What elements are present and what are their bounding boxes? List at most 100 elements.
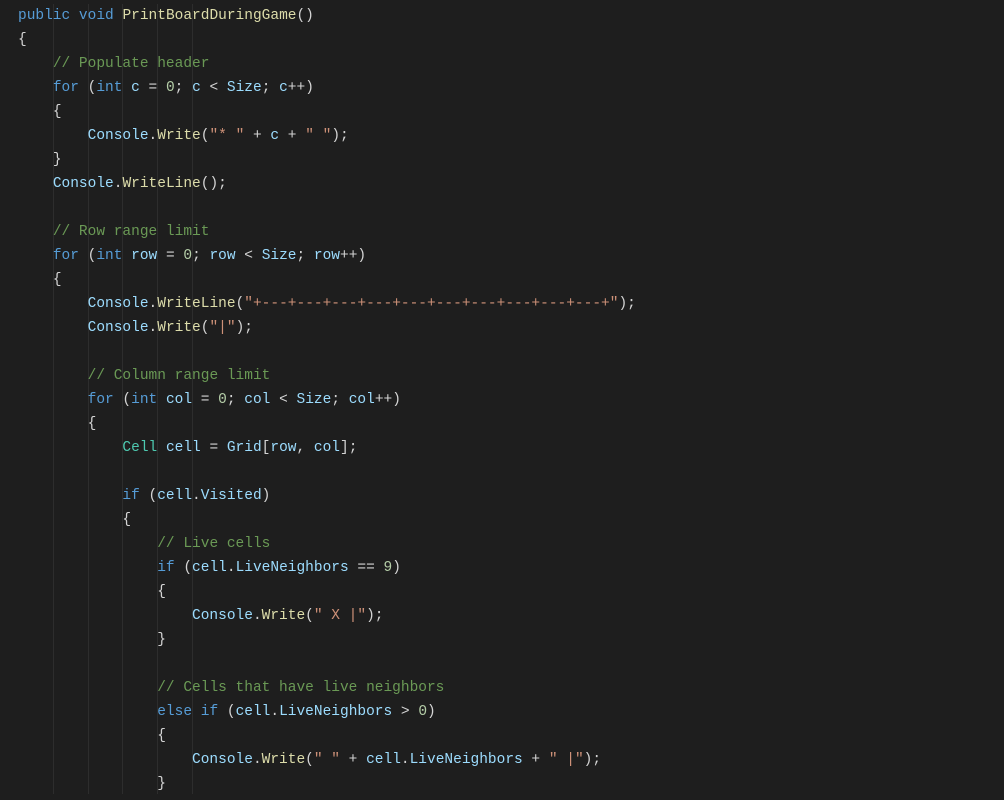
code-line[interactable]: Console.Write(" " + cell.LiveNeighbors +… <box>18 748 986 772</box>
variable-col: col <box>166 392 192 408</box>
keyword-for: for <box>53 248 79 264</box>
code-line[interactable]: // Row range limit <box>18 220 986 244</box>
brace-close: } <box>157 632 166 648</box>
code-line[interactable]: if (cell.Visited) <box>18 484 986 508</box>
brace-open: { <box>157 584 166 600</box>
keyword-for: for <box>88 392 114 408</box>
brace-open: { <box>157 728 166 744</box>
method-write: Write <box>262 608 306 624</box>
code-line[interactable]: if (cell.LiveNeighbors == 9) <box>18 556 986 580</box>
variable-size: Size <box>262 248 297 264</box>
string-literal: " " <box>305 128 331 144</box>
property-visited: Visited <box>201 488 262 504</box>
class-console: Console <box>88 320 149 336</box>
code-line[interactable]: else if (cell.LiveNeighbors > 0) <box>18 700 986 724</box>
keyword-int: int <box>96 248 122 264</box>
variable-size: Size <box>227 80 262 96</box>
code-line[interactable]: Console.Write(" X |"); <box>18 604 986 628</box>
code-line[interactable]: { <box>18 412 986 436</box>
code-line[interactable]: for (int row = 0; row < Size; row++) <box>18 244 986 268</box>
brace-open: { <box>53 104 62 120</box>
code-line[interactable]: } <box>18 148 986 172</box>
empty-line[interactable] <box>18 460 986 484</box>
number-literal: 0 <box>418 704 427 720</box>
code-line[interactable]: Console.WriteLine(); <box>18 172 986 196</box>
brace-open: { <box>18 32 27 48</box>
empty-line[interactable] <box>18 652 986 676</box>
code-line[interactable]: { <box>18 28 986 52</box>
variable-c: c <box>131 80 140 96</box>
keyword-void: void <box>79 8 114 24</box>
comment: // Cells that have live neighbors <box>157 680 444 696</box>
code-line[interactable]: { <box>18 508 986 532</box>
number-literal: 0 <box>218 392 227 408</box>
number-literal: 0 <box>166 80 175 96</box>
code-line[interactable]: // Cells that have live neighbors <box>18 676 986 700</box>
code-line[interactable]: } <box>18 772 986 796</box>
parentheses: () <box>296 8 313 24</box>
class-console: Console <box>53 176 114 192</box>
type-cell: Cell <box>122 440 157 456</box>
class-console: Console <box>88 128 149 144</box>
code-line[interactable]: for (int col = 0; col < Size; col++) <box>18 388 986 412</box>
comment: // Column range limit <box>88 368 271 384</box>
property-liveneighbors: LiveNeighbors <box>410 752 523 768</box>
code-line[interactable]: for (int c = 0; c < Size; c++) <box>18 76 986 100</box>
method-writeline: WriteLine <box>157 296 235 312</box>
brace-close: } <box>157 776 166 792</box>
brace-open: { <box>122 512 131 528</box>
code-line[interactable]: Console.Write("* " + c + " "); <box>18 124 986 148</box>
empty-line[interactable] <box>18 196 986 220</box>
keyword-for: for <box>53 80 79 96</box>
comment: // Row range limit <box>53 224 210 240</box>
code-line[interactable]: // Column range limit <box>18 364 986 388</box>
code-line[interactable]: { <box>18 580 986 604</box>
string-literal: " |" <box>549 752 584 768</box>
property-liveneighbors: LiveNeighbors <box>279 704 392 720</box>
code-line[interactable]: Console.WriteLine("+---+---+---+---+---+… <box>18 292 986 316</box>
comment: // Live cells <box>157 536 270 552</box>
comment: // Populate header <box>53 56 210 72</box>
method-writeline: WriteLine <box>122 176 200 192</box>
class-console: Console <box>192 608 253 624</box>
code-line[interactable]: Console.Write("|"); <box>18 316 986 340</box>
method-write: Write <box>157 128 201 144</box>
string-literal: " X |" <box>314 608 366 624</box>
brace-open: { <box>53 272 62 288</box>
class-console: Console <box>192 752 253 768</box>
code-line[interactable]: { <box>18 268 986 292</box>
string-literal: "* " <box>209 128 244 144</box>
brace-open: { <box>88 416 97 432</box>
code-line[interactable]: public void PrintBoardDuringGame() <box>18 4 986 28</box>
method-name: PrintBoardDuringGame <box>122 8 296 24</box>
code-editor[interactable]: public void PrintBoardDuringGame() { // … <box>0 0 1004 796</box>
code-line[interactable]: // Live cells <box>18 532 986 556</box>
variable-grid: Grid <box>227 440 262 456</box>
method-write: Write <box>157 320 201 336</box>
code-line[interactable]: { <box>18 100 986 124</box>
class-console: Console <box>88 296 149 312</box>
keyword-if: if <box>201 704 218 720</box>
string-literal: " " <box>314 752 340 768</box>
code-line[interactable]: Cell cell = Grid[row, col]; <box>18 436 986 460</box>
number-literal: 9 <box>384 560 393 576</box>
code-line[interactable]: } <box>18 628 986 652</box>
property-liveneighbors: LiveNeighbors <box>236 560 349 576</box>
code-line[interactable]: // Populate header <box>18 52 986 76</box>
empty-line[interactable] <box>18 340 986 364</box>
keyword-int: int <box>96 80 122 96</box>
variable-size: Size <box>297 392 332 408</box>
variable-row: row <box>131 248 157 264</box>
string-literal: "|" <box>209 320 235 336</box>
keyword-int: int <box>131 392 157 408</box>
keyword-if: if <box>122 488 139 504</box>
method-write: Write <box>262 752 306 768</box>
keyword-if: if <box>157 560 174 576</box>
keyword-public: public <box>18 8 70 24</box>
string-literal: "+---+---+---+---+---+---+---+---+---+--… <box>244 296 618 312</box>
code-line[interactable]: { <box>18 724 986 748</box>
keyword-else: else <box>157 704 192 720</box>
variable-cell: cell <box>166 440 201 456</box>
brace-close: } <box>53 152 62 168</box>
number-literal: 0 <box>183 248 192 264</box>
